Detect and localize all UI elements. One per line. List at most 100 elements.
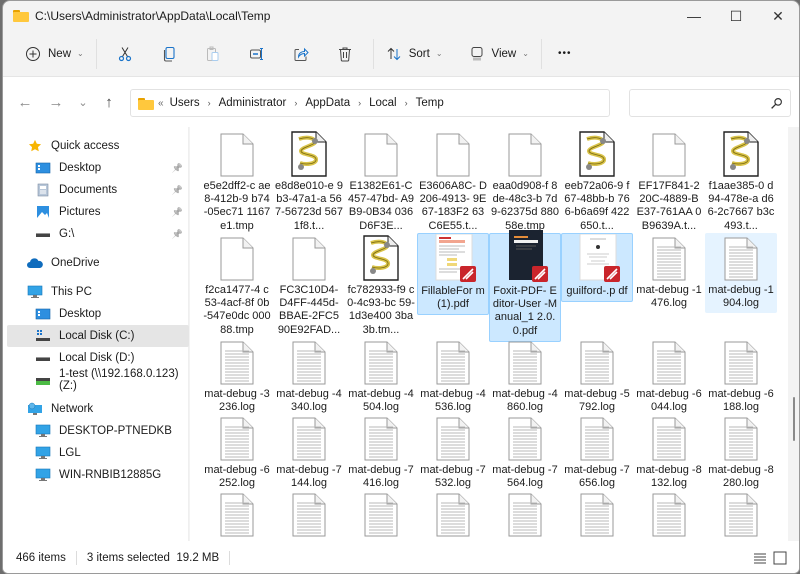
breadcrumb-separator[interactable]: ›	[294, 98, 297, 108]
log-file-icon	[633, 233, 705, 283]
sidebar-item-documents[interactable]: Documents 📌	[3, 179, 189, 201]
file-item[interactable]: f2ca1477-4 c53-4acf-8f 0b-547e0dc 00088.…	[201, 233, 273, 340]
file-item[interactable]: Foxit-PDF- Editor-User -Manual_1 2.0.0.p…	[489, 230, 561, 342]
breadcrumb-separator[interactable]: ›	[208, 98, 211, 108]
file-item[interactable]: mat-debug -6252.log	[201, 413, 273, 493]
file-item[interactable]: mat-debug -4860.log	[489, 337, 561, 417]
file-item[interactable]: mat-debug	[201, 489, 273, 541]
file-item[interactable]: mat-debug -4340.log	[273, 337, 345, 417]
file-item[interactable]: E1382E61-C 457-47bd- A9B9-0B34 036D6F3E.…	[345, 129, 417, 236]
maximize-button[interactable]: ☐	[715, 1, 757, 31]
file-item[interactable]: e5e2dff2-c ae8-412b-9 b74-05ec71 1167e1.…	[201, 129, 273, 236]
sidebar-item-label: Local Disk (C:)	[59, 330, 135, 342]
file-item[interactable]: mat-debug -7532.log	[417, 413, 489, 493]
file-item[interactable]: mat-debug	[345, 489, 417, 541]
breadcrumb-temp[interactable]: Temp	[416, 97, 444, 109]
file-item[interactable]: E3606A8C- D206-4913- 9E67-183F2 63C6E55.…	[417, 129, 489, 236]
breadcrumb-users[interactable]: Users	[170, 97, 200, 109]
up-button[interactable]: ↑	[99, 94, 119, 111]
cut-button[interactable]	[103, 38, 147, 70]
file-item[interactable]: mat-debug -8280.log	[705, 413, 777, 493]
file-item[interactable]: mat-debug -4504.log	[345, 337, 417, 417]
file-item[interactable]: mat-debug	[561, 489, 633, 541]
sidebar-item-quick-access[interactable]: Quick access	[3, 135, 189, 157]
paste-button[interactable]	[191, 38, 235, 70]
details-view-icon[interactable]	[753, 551, 767, 565]
pdf-doc-file-icon	[562, 234, 634, 284]
sidebar-item-desktop[interactable]: Desktop 📌	[3, 157, 189, 179]
sidebar-item-lgl[interactable]: LGL	[3, 442, 189, 464]
file-item[interactable]: mat-debug -6044.log	[633, 337, 705, 417]
delete-button[interactable]	[323, 38, 367, 70]
file-item[interactable]: fc782933-f9 c0-4c93-bc 59-1d3e400 3ba3b.…	[345, 233, 417, 340]
sidebar-item-local-disk-d[interactable]: Local Disk (D:)	[3, 347, 189, 369]
pin-icon[interactable]: 📌	[172, 185, 183, 196]
copy-button[interactable]	[147, 38, 191, 70]
sidebar-item-network[interactable]: Network	[3, 398, 189, 420]
computer-icon	[35, 424, 51, 438]
sidebar-item-1-test-192-168-0-123-z[interactable]: 1-test (\\192.168.0.123) (Z:)	[3, 368, 189, 392]
minimize-button[interactable]: —	[673, 1, 715, 31]
sidebar-item-desktop-ptnedkb[interactable]: DESKTOP-PTNEDKB	[3, 420, 189, 442]
large-icons-view-icon[interactable]	[773, 551, 787, 565]
file-item[interactable]: eaa0d908-f 8de-48c3-b 7d9-62375d 88058e.…	[489, 129, 561, 236]
pin-icon[interactable]: 📌	[172, 207, 183, 218]
back-button[interactable]: ←	[15, 94, 35, 111]
vertical-scrollbar[interactable]	[788, 127, 799, 541]
view-button[interactable]: View ⌄	[463, 38, 535, 70]
sidebar-item-win-rnbib12885g[interactable]: WIN-RNBIB12885G	[3, 464, 189, 486]
file-item[interactable]: mat-debug -4536.log	[417, 337, 489, 417]
pin-icon[interactable]: 📌	[172, 163, 183, 174]
file-item[interactable]: mat-debug -8132.log	[633, 413, 705, 493]
log-file-icon	[633, 337, 705, 387]
file-item[interactable]: mat-debug -1476.log	[633, 233, 705, 313]
file-item[interactable]: e8d8e010-e 9b3-47a1-a 567-56723d 5671f8.…	[273, 129, 345, 236]
file-item[interactable]: mat-debug -6188.log	[705, 337, 777, 417]
file-item[interactable]: guilford-.p df	[561, 233, 634, 303]
sidebar-item-label: WIN-RNBIB12885G	[59, 469, 162, 481]
forward-button[interactable]: →	[46, 94, 66, 111]
sidebar-item-desktop[interactable]: Desktop	[3, 303, 189, 325]
file-item[interactable]: mat-debug -5792.log	[561, 337, 633, 417]
sort-button[interactable]: Sort ⌄	[380, 38, 449, 70]
delete-icon	[338, 47, 351, 61]
breadcrumb-appdata[interactable]: AppData	[305, 97, 350, 109]
file-item[interactable]: eeb72a06-9 f67-48bb-b 766-b6a69f 422650.…	[561, 129, 633, 236]
breadcrumb-separator[interactable]: ›	[358, 98, 361, 108]
file-item[interactable]: mat-debug -1904.log	[705, 233, 777, 314]
sidebar-item-this-pc[interactable]: This PC	[3, 281, 189, 303]
file-item[interactable]: FC3C10D4- D4FF-445d- BBAE-2FC5 90E92FAD.…	[273, 233, 345, 340]
file-item[interactable]: mat-debug -7416.log	[345, 413, 417, 493]
file-item[interactable]: mat-debug	[705, 489, 777, 541]
search-input[interactable]	[629, 89, 791, 117]
address-bar[interactable]: « Users › Administrator › AppData › Loca…	[130, 89, 610, 117]
sidebar-item-pictures[interactable]: Pictures 📌	[3, 201, 189, 223]
share-button[interactable]	[279, 38, 323, 70]
recent-locations-button[interactable]: ⌄	[73, 94, 93, 110]
pin-icon[interactable]: 📌	[172, 229, 183, 240]
breadcrumb-local[interactable]: Local	[369, 97, 397, 109]
close-button[interactable]: ✕	[757, 1, 799, 31]
sidebar-item-local-disk-c[interactable]: Local Disk (C:)	[7, 325, 189, 347]
file-item[interactable]: FillableFor m(1).pdf	[417, 233, 489, 316]
file-item[interactable]: mat-debug	[489, 489, 561, 541]
more-options-button[interactable]: •••	[552, 38, 578, 70]
file-item[interactable]: f1aae385-0 d94-478e-a d66-2c7667 b3c493.…	[705, 129, 777, 236]
scrollbar-thumb[interactable]	[793, 397, 795, 441]
breadcrumb-overflow[interactable]: «	[158, 98, 164, 109]
search-icon[interactable]	[770, 97, 783, 110]
file-item[interactable]: mat-debug -7656.log	[561, 413, 633, 493]
sidebar-item-g[interactable]: G:\ 📌	[3, 223, 189, 245]
file-item[interactable]: EF17F841-2 20C-4889-B E37-761AA 0B9639A.…	[633, 129, 705, 236]
file-item[interactable]: mat-debug -7144.log	[273, 413, 345, 493]
new-button[interactable]: New ⌄	[19, 38, 90, 70]
breadcrumb-administrator[interactable]: Administrator	[219, 97, 287, 109]
file-item[interactable]: mat-debug -3236.log	[201, 337, 273, 417]
file-item[interactable]: mat-debug	[273, 489, 345, 541]
rename-button[interactable]	[235, 38, 279, 70]
file-item[interactable]: mat-debug -7564.log	[489, 413, 561, 493]
file-item[interactable]: mat-debug	[417, 489, 489, 541]
file-item[interactable]: mat-debug	[633, 489, 705, 541]
breadcrumb-separator[interactable]: ›	[405, 98, 408, 108]
sidebar-item-onedrive[interactable]: OneDrive	[3, 252, 189, 274]
